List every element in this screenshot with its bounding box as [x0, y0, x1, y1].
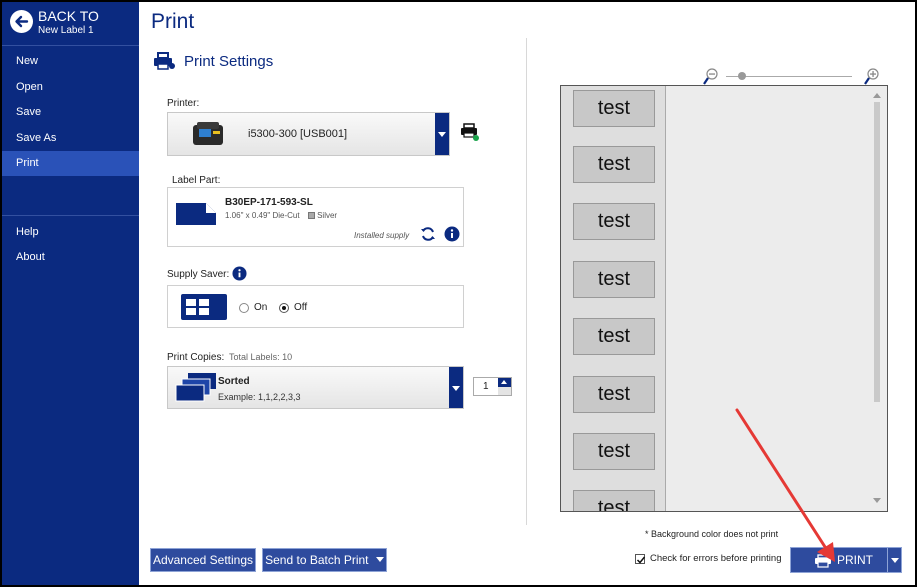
on-label: On: [254, 302, 268, 313]
print-copies-label: Print Copies: Total Labels: 10: [167, 352, 292, 363]
print-copies-title: Print Copies:: [167, 352, 225, 363]
radio-on[interactable]: [239, 302, 249, 313]
collate-icon: [175, 373, 216, 402]
check-errors-checkbox[interactable]: [635, 553, 646, 564]
installed-supply-text: Installed supply: [354, 231, 410, 240]
copies-input[interactable]: 1: [483, 381, 489, 392]
zoom-slider[interactable]: [738, 72, 746, 80]
sidebar-divider: [2, 45, 139, 46]
sidebar-item-help[interactable]: Help: [2, 220, 139, 245]
info-icon[interactable]: [444, 226, 460, 242]
decrement-icon[interactable]: [498, 387, 511, 395]
sidebar-item-about[interactable]: About: [2, 245, 139, 270]
chevron-down-icon: [449, 367, 463, 408]
supply-saver-off-option[interactable]: Off: [279, 302, 307, 313]
label-preview-item: test: [573, 490, 655, 511]
zoom-in-icon[interactable]: [863, 68, 879, 86]
label-preview-item: test: [573, 146, 655, 183]
printer-value: i5300-300 [USB001]: [248, 128, 348, 140]
send-to-batch-button[interactable]: Send to Batch Print: [262, 548, 387, 572]
part-color: Silver: [317, 211, 338, 220]
back-title: BACK TO: [38, 8, 99, 24]
printer-dropdown[interactable]: i5300-300 [USB001]: [167, 112, 450, 156]
sort-title: Sorted: [218, 376, 250, 387]
sidebar-divider: [2, 215, 139, 216]
refresh-icon[interactable]: [420, 226, 436, 242]
scroll-down-icon[interactable]: [873, 498, 881, 503]
label-part-label: Label Part:: [172, 175, 221, 186]
sidebar-item-save[interactable]: Save: [2, 100, 139, 125]
sidebar-item-open[interactable]: Open: [2, 75, 139, 100]
label-preview-item: test: [573, 376, 655, 413]
back-arrow-icon: [10, 10, 33, 33]
label-preview-item: test: [573, 318, 655, 355]
printer-label: Printer:: [167, 98, 200, 109]
checkmark-icon: [636, 556, 646, 564]
printer-status-icon[interactable]: [460, 122, 480, 142]
supply-saver-icon: [181, 294, 227, 320]
sidebar-item-new[interactable]: New: [2, 49, 139, 74]
back-subtitle: New Label 1: [38, 25, 94, 36]
label-preview-item: test: [573, 90, 655, 127]
print-settings-title: Print Settings: [184, 52, 274, 70]
advanced-settings-button[interactable]: Advanced Settings: [150, 548, 256, 572]
sidebar-item-print[interactable]: Print: [2, 151, 139, 176]
sort-example: Example: 1,1,2,2,3,3: [218, 392, 301, 402]
scroll-up-icon[interactable]: [873, 93, 881, 98]
sidebar-item-save-as[interactable]: Save As: [2, 126, 139, 151]
label-strip: test test test test test test test test: [561, 86, 666, 511]
color-swatch-icon: [307, 212, 315, 219]
off-label: Off: [294, 302, 308, 313]
label-preview-item: test: [573, 433, 655, 470]
info-icon[interactable]: [232, 266, 247, 281]
print-settings-heading: Print Settings: [152, 52, 273, 70]
part-name: B30EP-171-593-SL: [225, 197, 313, 208]
sort-dropdown[interactable]: Sorted Example: 1,1,2,2,3,3: [167, 366, 464, 409]
label-part-panel[interactable]: B30EP-171-593-SL 1.06" x 0.49" Die-Cut S…: [167, 187, 464, 247]
back-button[interactable]: BACK TO New Label 1: [2, 2, 139, 44]
label-preview-item: test: [573, 261, 655, 298]
send-to-batch-label: Send to Batch Print: [265, 553, 369, 567]
print-dropdown-arrow[interactable]: [887, 548, 901, 572]
chevron-down-icon: [891, 558, 899, 563]
preview-scrollbar[interactable]: [874, 102, 880, 402]
chevron-down-icon: [435, 113, 449, 155]
increment-icon[interactable]: [498, 378, 511, 387]
page-title: Print: [151, 10, 195, 33]
supply-saver-panel: On Off: [167, 285, 464, 328]
sidebar: BACK TO New Label 1 New Open Save Save A…: [2, 2, 139, 585]
label-part-icon: [176, 203, 216, 225]
part-description: 1.06" x 0.49" Die-Cut Silver: [225, 211, 337, 220]
chevron-down-icon: [375, 557, 384, 562]
printer-device-icon: [193, 122, 223, 145]
panel-divider: [526, 38, 527, 525]
radio-off[interactable]: [279, 302, 289, 313]
supply-saver-label: Supply Saver:: [167, 269, 230, 280]
part-size: 1.06" x 0.49" Die-Cut: [225, 211, 300, 220]
print-window: BACK TO New Label 1 New Open Save Save A…: [2, 2, 915, 585]
annotation-arrow: [735, 408, 835, 562]
copies-stepper[interactable]: 1: [473, 377, 512, 396]
printer-settings-icon: [154, 52, 175, 70]
supply-saver-on-option[interactable]: On: [239, 302, 267, 313]
label-preview-item: test: [573, 203, 655, 240]
zoom-out-icon[interactable]: [702, 68, 718, 86]
total-labels: Total Labels: 10: [229, 352, 293, 362]
